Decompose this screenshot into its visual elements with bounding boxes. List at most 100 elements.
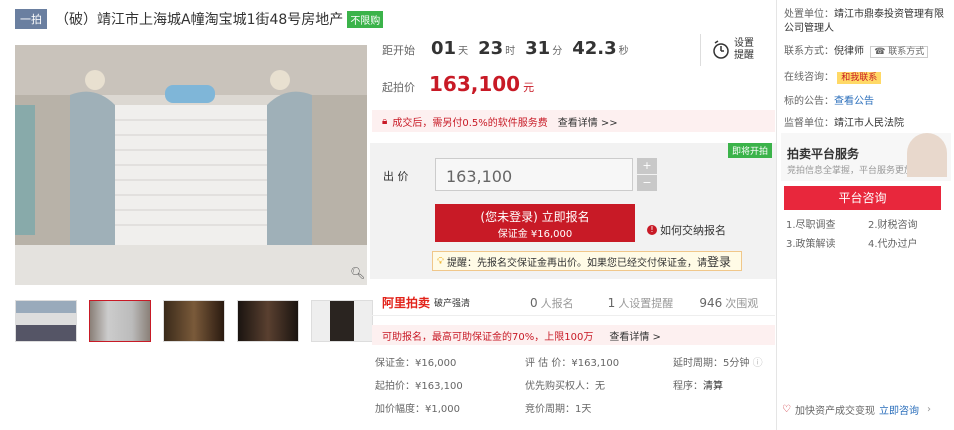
start-price-label: 起拍价	[382, 81, 415, 94]
chevron-right-icon: ›	[926, 404, 931, 415]
reminder-count-value: 1	[607, 295, 616, 310]
signup-count-label: 人报名	[540, 296, 574, 310]
view-notice-link[interactable]: 查看公告	[834, 96, 874, 107]
notice-row: 标的公告：查看公告	[784, 92, 874, 107]
login-hint: 💡︎ 提醒：先报名交保证金再出价。如果您已经交付保证金，请 登录	[432, 251, 742, 271]
right-sidebar	[776, 0, 954, 430]
signup-count: 0 人报名	[530, 295, 574, 311]
view-count-label: 次围观	[725, 296, 759, 310]
view-count: 946 次围观	[699, 295, 758, 311]
bid-stepper: + −	[637, 158, 657, 191]
remind-label-1: 设置	[734, 38, 754, 49]
countdown-minutes: 31	[525, 38, 551, 59]
service-subtitle: 竞拍信息全掌握，平台服务更放心	[787, 166, 923, 176]
service-agent-avatar	[907, 133, 947, 177]
login-hint-text: 提醒：先报名交保证金再出价。如果您已经交付保证金，请	[447, 257, 707, 269]
disposal-unit: 处置单位：靖江市鼎泰投资管理有限公司管理人	[784, 8, 949, 36]
remind-label-2: 提醒	[734, 50, 754, 61]
platform-service-box: 拍卖平台服务 竞拍信息全掌握，平台服务更放心	[781, 133, 951, 181]
service-title: 拍卖平台服务	[787, 147, 860, 161]
thumbnail-2[interactable]	[89, 300, 151, 342]
service-item-3[interactable]: 3.政策解读	[786, 235, 836, 250]
liquidation-label: 破产强清	[434, 299, 471, 309]
info-start: 起拍价：¥163,100	[375, 381, 463, 392]
asset-consult-text: 加快资产成交变现	[794, 406, 875, 417]
loan-text: 可助报名，最高可助保证金的70%，上限100万	[382, 331, 594, 343]
info-increment: 加价幅度：¥1,000	[375, 404, 460, 415]
stats-row: 阿里拍卖 破产强清 0 人报名 1 人设置提醒 946 次围观	[372, 290, 775, 316]
supervisor-value: 靖江市人民法院	[834, 118, 904, 129]
countdown-label: 距开始	[382, 44, 415, 57]
contact-row: 联系方式：倪律师 ☎ 联系方式	[784, 42, 929, 58]
loan-notice: 可助报名，最高可助保证金的70%，上限100万 查看详情 >	[372, 325, 775, 345]
asset-icon: ♡	[782, 404, 791, 415]
lock-icon: 🔒︎	[382, 115, 388, 127]
zoom-icon[interactable]: 🔍︎	[350, 266, 365, 280]
info-procedure-value: 清算	[703, 381, 723, 392]
contact-label: 联系方式：	[784, 46, 834, 57]
service-fee-notice: 🔒︎ 成交后，需另付0.5%的软件服务费 查看详情 >>	[372, 110, 775, 132]
service-item-4[interactable]: 4.代办过户	[868, 235, 918, 250]
signup-deposit-label: 保证金 ¥16,000	[497, 229, 573, 240]
consult-row: 在线咨询： 和我联系	[784, 68, 882, 84]
asset-consult-link[interactable]: 立即咨询	[879, 402, 919, 417]
view-count-value: 946	[699, 295, 723, 310]
reminder-count-label: 人设置提醒	[618, 296, 674, 310]
info-procedure: 程序：清算	[673, 377, 723, 392]
countdown-days-unit: 天	[458, 46, 469, 57]
ali-auction-logo: 阿里拍卖	[382, 296, 431, 310]
supervisor-label: 监督单位：	[784, 118, 834, 129]
bid-amount-input[interactable]: 163,100	[435, 158, 633, 191]
countdown-minutes-unit: 分	[552, 46, 563, 57]
service-item-1[interactable]: 1.尽职调查	[786, 216, 836, 231]
countdown-seconds-unit: 秒	[618, 46, 629, 57]
countdown-seconds: 42.3	[572, 38, 617, 59]
signup-button-label: (您未登录) 立即报名	[480, 210, 590, 224]
bulb-icon: 💡︎	[437, 255, 444, 267]
contact-value: 倪律师	[834, 46, 864, 57]
thumbnail-strip	[15, 300, 373, 342]
supervisor-row: 监督单位：靖江市人民法院	[784, 114, 904, 129]
how-to-signup-link[interactable]: ! 如何交纳报名	[647, 222, 726, 238]
coming-soon-tag: 即将开拍	[728, 143, 773, 158]
thumbnail-1[interactable]	[15, 300, 77, 342]
storefront-photo	[15, 45, 367, 285]
asset-consult-row[interactable]: ♡ 加快资产成交变现 立即咨询 ›	[782, 402, 931, 417]
main-property-image[interactable]	[15, 45, 367, 285]
start-price-unit: 元	[523, 81, 535, 94]
consult-label: 在线咨询：	[784, 72, 834, 83]
countdown-hours-unit: 时	[505, 46, 516, 57]
decrease-bid-button[interactable]: −	[637, 175, 657, 191]
increase-bid-button[interactable]: +	[637, 158, 657, 174]
set-reminder-button[interactable]: 设置 提醒	[712, 38, 754, 62]
login-link[interactable]: 登录	[707, 253, 731, 270]
title-row: 一拍 （破）靖江市上海城A幢淘宝城1街48号房地产 不限购	[15, 9, 384, 29]
info-deposit: 保证金：¥16,000	[375, 358, 457, 369]
signup-button[interactable]: (您未登录) 立即报名 保证金 ¥16,000	[435, 204, 635, 242]
loan-details-link[interactable]: 查看详情 >	[609, 328, 661, 343]
disposal-label: 处置单位：	[784, 9, 834, 20]
help-icon[interactable]: ⓘ	[753, 358, 763, 369]
alarm-clock-icon	[713, 40, 729, 59]
service-item-2[interactable]: 2.财税咨询	[868, 216, 918, 231]
countdown-hours: 23	[478, 38, 504, 59]
info-delay-text: 延时周期：5分钟	[673, 358, 750, 369]
auction-round-tag: 一拍	[15, 9, 47, 29]
thumbnail-4[interactable]	[237, 300, 299, 342]
contact-me-button[interactable]: 和我联系	[837, 72, 882, 84]
info-appraisal: 评 估 价：¥163,100	[525, 358, 620, 369]
info-delay: 延时周期：5分钟 ⓘ	[673, 354, 763, 369]
thumbnail-5[interactable]	[311, 300, 373, 342]
platform-consult-button[interactable]: 平台咨询	[784, 186, 941, 210]
bid-label: 出 价	[383, 170, 409, 183]
service-fee-text: 成交后，需另付0.5%的软件服务费	[392, 117, 548, 129]
signup-count-value: 0	[530, 295, 538, 310]
contact-info-button[interactable]: ☎ 联系方式	[870, 46, 929, 58]
no-restriction-badge: 不限购	[347, 10, 384, 28]
how-to-signup-text: 如何交纳报名	[660, 224, 726, 237]
start-price-row: 起拍价 163,100 元	[382, 72, 534, 96]
thumbnail-3[interactable]	[163, 300, 225, 342]
countdown-days: 01	[431, 38, 457, 59]
service-fee-details-link[interactable]: 查看详情 >>	[558, 114, 618, 129]
info-cycle: 竞价周期：1天	[525, 404, 592, 415]
